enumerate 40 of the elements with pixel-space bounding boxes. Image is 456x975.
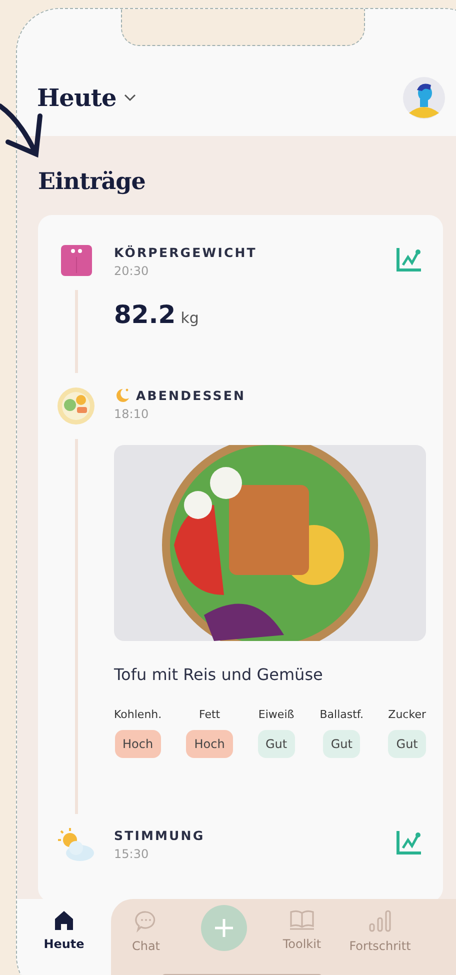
nutrient-label: Ballastf.	[320, 708, 364, 721]
section-title: Einträge	[38, 168, 146, 195]
chevron-down-icon	[124, 94, 136, 102]
nutrient-label: Fett	[199, 708, 220, 721]
rating-tag: Gut	[322, 730, 360, 758]
chat-bubble-icon	[134, 909, 158, 933]
entry-time: 20:30	[114, 264, 150, 278]
entry-time: 18:10	[114, 407, 150, 421]
rating-tag: Hoch	[114, 730, 162, 758]
entry-title: KÖRPERGEWICHT	[114, 245, 257, 260]
avatar-icon[interactable]	[403, 77, 445, 119]
sun-cloud-icon	[56, 828, 96, 862]
salad-plate-icon	[57, 387, 95, 425]
entry-time: 15:30	[114, 847, 150, 861]
rating-tag: Gut	[388, 730, 426, 758]
chart-button[interactable]	[395, 245, 423, 273]
day-dropdown[interactable]: Heute	[37, 83, 136, 112]
scale-icon	[60, 245, 92, 276]
home-icon	[53, 909, 75, 931]
line-chart-icon	[395, 245, 423, 273]
nav-tab[interactable]: Toolkit	[267, 899, 337, 975]
add-button[interactable]	[201, 905, 247, 951]
rating-tag: Hoch	[186, 730, 233, 758]
nutrient-label: Eiweiß	[258, 708, 294, 721]
dish-name: Tofu mit Reis und Gemüse	[114, 665, 324, 684]
nutrient-label: Zucker	[388, 708, 426, 721]
nav-tab[interactable]: Fortschritt	[337, 899, 423, 975]
entry-title: ABENDESSEN	[136, 388, 246, 402]
entry-title: STIMMUNG	[114, 828, 205, 843]
nutrient-label: Kohlenh.	[114, 708, 162, 721]
line-chart-icon	[395, 828, 423, 856]
chart-button[interactable]	[395, 828, 423, 856]
moon-icon	[114, 387, 130, 403]
plus-icon	[214, 918, 234, 938]
bar-chart-icon	[368, 909, 392, 933]
weight-value: 82.2	[114, 300, 176, 329]
weight-unit: kg	[180, 309, 199, 327]
book-icon	[289, 909, 315, 931]
nav-tab[interactable]: Chat	[111, 899, 181, 975]
rating-tag: Gut	[258, 730, 296, 758]
